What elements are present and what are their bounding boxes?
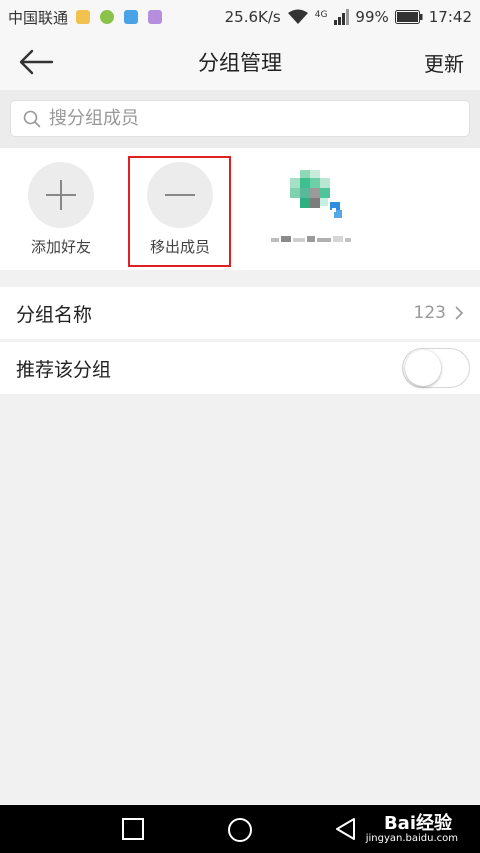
net-speed: 25.6K/s xyxy=(224,8,281,26)
highlight-box xyxy=(128,156,231,267)
battery-icon xyxy=(394,10,423,24)
group-name-row[interactable]: 分组名称 123 xyxy=(0,287,480,339)
search-area xyxy=(0,90,480,148)
watermark-brand: Bai经验 xyxy=(383,813,452,834)
wifi-icon xyxy=(287,9,308,24)
watermark-url: jingyan.baidu.com xyxy=(365,833,458,844)
recommend-label: 推荐该分组 xyxy=(16,358,112,381)
members-panel: 添加好友 移出成员 xyxy=(0,148,480,270)
add-friend-button[interactable]: 添加好友 xyxy=(11,162,111,257)
member-avatar[interactable] xyxy=(272,162,352,232)
add-circle[interactable] xyxy=(28,162,94,228)
member-name-pixelated xyxy=(271,236,351,242)
status-bar: 中国联通 25.6K/s 4G 99% 17:42 xyxy=(0,0,480,34)
member-item[interactable] xyxy=(262,162,362,246)
recommend-row: 推荐该分组 xyxy=(0,342,480,394)
battery-percent: 99% xyxy=(355,8,389,26)
back-nav-icon[interactable] xyxy=(334,817,358,841)
search-icon xyxy=(23,110,41,128)
recommend-toggle[interactable] xyxy=(402,348,470,388)
group-name-label: 分组名称 xyxy=(16,303,93,326)
system-nav-bar: Bai经验 jingyan.baidu.com xyxy=(0,805,480,853)
page-title: 分组管理 xyxy=(198,51,282,75)
search-input[interactable] xyxy=(49,108,449,129)
app-notification-icon xyxy=(100,10,115,24)
chevron-right-icon xyxy=(455,306,464,320)
app-notification-icon xyxy=(124,10,139,24)
toggle-knob xyxy=(405,350,441,386)
plus-icon xyxy=(46,180,76,210)
add-friend-label: 添加好友 xyxy=(30,238,91,256)
carrier-name: 中国联通 xyxy=(8,8,69,27)
network-type: 4G xyxy=(314,10,328,20)
update-button[interactable]: 更新 xyxy=(424,48,464,77)
clock: 17:42 xyxy=(428,8,472,26)
group-name-value: 123 xyxy=(413,303,446,323)
nav-bar: 分组管理 更新 xyxy=(0,34,480,90)
gallery-notification-icon xyxy=(148,10,163,24)
back-arrow-icon[interactable] xyxy=(16,46,56,78)
home-icon[interactable] xyxy=(227,817,253,843)
search-box[interactable] xyxy=(10,100,470,137)
app-notification-icon xyxy=(76,10,91,24)
signal-icon xyxy=(334,9,350,25)
recent-apps-icon[interactable] xyxy=(121,817,145,841)
